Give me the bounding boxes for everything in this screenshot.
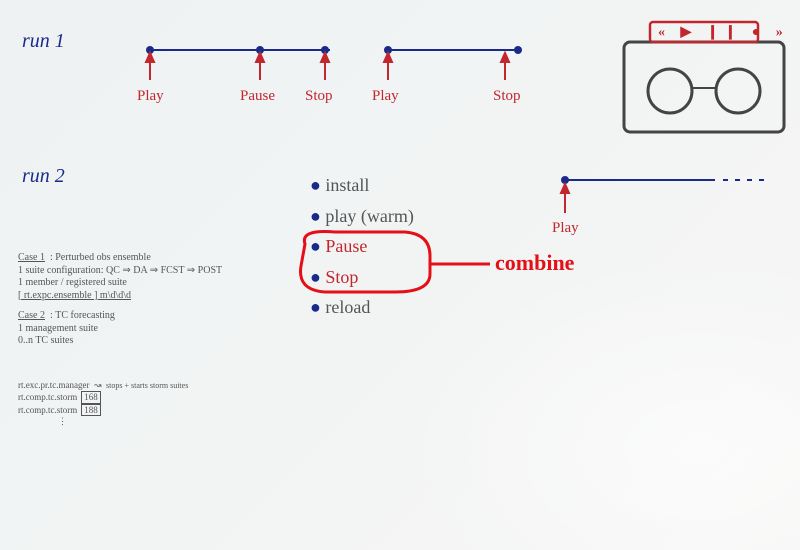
ctl-play: ▶ bbox=[681, 25, 698, 40]
run1-ev-play1: Play bbox=[137, 88, 164, 105]
combine-label: combine bbox=[495, 250, 574, 276]
case2-l1: 1 management suite bbox=[18, 323, 278, 336]
case2-l2: 0..n TC suites bbox=[18, 335, 278, 348]
run2-title: run 2 bbox=[22, 165, 65, 188]
case1-l2: 1 member / registered suite bbox=[18, 277, 278, 290]
ctl-ff: » bbox=[776, 25, 789, 40]
cassette-controls: « ▶ ❙❙ ● » bbox=[658, 24, 789, 41]
case2-desc: TC forecasting bbox=[55, 310, 115, 321]
run1-timeline bbox=[130, 35, 550, 115]
storm-id-1: 168 bbox=[81, 391, 101, 404]
stack-l1: rt.exc.pr.tc.manager bbox=[18, 380, 89, 390]
case2-title: Case 2 bbox=[18, 310, 45, 321]
run1-ev-play2: Play bbox=[372, 88, 399, 105]
run2-ev-play: Play bbox=[552, 220, 579, 237]
ctl-rec: ● bbox=[752, 25, 766, 40]
run1-ev-pause: Pause bbox=[240, 88, 275, 105]
act-install: install bbox=[325, 175, 369, 195]
run1-ev-stop1: Stop bbox=[305, 88, 333, 105]
run1-ev-stop2: Stop bbox=[493, 88, 521, 105]
stack-l1-tag: stops + starts storm suites bbox=[106, 381, 188, 390]
case1-title: Case 1 bbox=[18, 252, 45, 263]
act-play: play (warm) bbox=[325, 206, 413, 226]
run1-title: run 1 bbox=[22, 30, 65, 53]
stack-l2: rt.comp.tc.storm bbox=[18, 392, 77, 403]
case1-desc: Perturbed obs ensemble bbox=[55, 252, 151, 263]
stack-l3: rt.comp.tc.storm bbox=[18, 405, 77, 416]
storm-id-2: 188 bbox=[81, 404, 101, 417]
ctl-rew: « bbox=[658, 25, 671, 40]
case1-l3: [ rt.expc.ensemble ] m\d\d\d bbox=[18, 290, 131, 301]
ctl-pause: ❙❙ bbox=[707, 25, 742, 40]
stack-block: rt.exc.pr.tc.manager ↝ stops + starts st… bbox=[18, 380, 278, 427]
notes-block: Case 1 : Perturbed obs ensemble 1 suite … bbox=[18, 252, 278, 348]
case1-l1: 1 suite configuration: QC ⇒ DA ⇒ FCST ⇒ … bbox=[18, 265, 278, 278]
run2-timeline bbox=[555, 168, 785, 238]
